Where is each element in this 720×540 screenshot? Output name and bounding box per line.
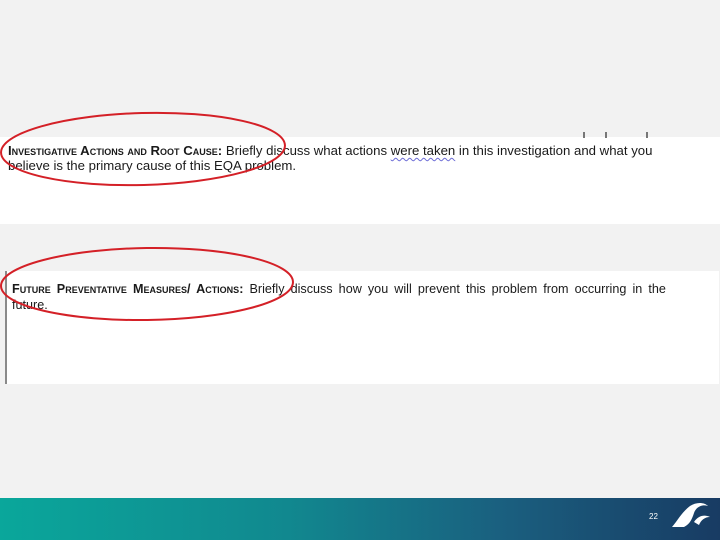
red-circle-annotation-1 bbox=[0, 111, 286, 187]
red-circle-annotation-2 bbox=[0, 246, 294, 322]
wave-logo-icon bbox=[672, 503, 710, 527]
page-number: 22 bbox=[649, 512, 658, 521]
annotation-overlay bbox=[0, 111, 294, 322]
footer-bar bbox=[0, 498, 720, 540]
